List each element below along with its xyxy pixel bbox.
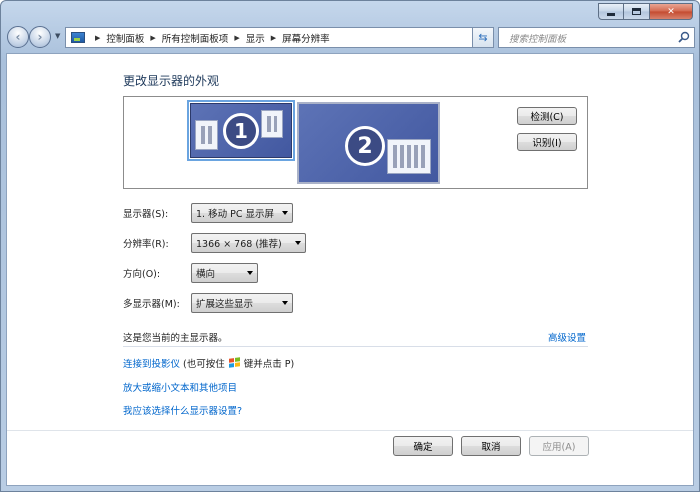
navigation-bar: ‹ › ▼ ▶ 控制面板 ▶ 所有控制面板项 ▶ 显示 ▶ 屏幕分辨率 ▼ ⇆ …	[7, 25, 695, 51]
monitor-1[interactable]: 1	[187, 100, 295, 161]
window-thumbnail	[387, 139, 431, 174]
display-select[interactable]: 1. 移动 PC 显示屏	[191, 203, 293, 223]
breadcrumb-item-all-items[interactable]: 所有控制面板项	[162, 31, 229, 45]
detect-button[interactable]: 检测(C)	[517, 107, 577, 125]
page-title: 更改显示器的外观	[123, 74, 220, 88]
footer-divider	[7, 430, 693, 431]
monitor-arrangement: 1 2 检测(C) 识别(I)	[123, 96, 588, 189]
resolution-label: 分辨率(R):	[123, 239, 169, 250]
ok-button[interactable]: 确定	[393, 436, 453, 456]
search-placeholder: 搜索控制面板	[509, 33, 567, 45]
back-button[interactable]: ‹	[7, 26, 29, 48]
multiple-displays-select-value: 扩展这些显示	[196, 299, 254, 310]
orientation-row: 方向(O): 横向	[123, 263, 258, 283]
caption-buttons: ✕	[598, 3, 693, 20]
monitor-number-badge: 1	[223, 113, 259, 149]
window-thumbnail	[261, 110, 283, 138]
projector-hint-prefix: (也可按住	[183, 359, 225, 370]
arrow-left-icon: ‹	[15, 30, 21, 44]
identify-button[interactable]: 识别(I)	[517, 133, 577, 151]
text-size-link[interactable]: 放大或缩小文本和其他项目	[123, 380, 237, 394]
chevron-down-icon	[295, 241, 301, 245]
advanced-settings-link[interactable]: 高级设置	[548, 330, 586, 344]
window-thumbnail	[195, 120, 218, 150]
breadcrumb: ▶ 控制面板 ▶ 所有控制面板项 ▶ 显示 ▶ 屏幕分辨率	[89, 31, 330, 45]
control-panel-window: ✕ ‹ › ▼ ▶ 控制面板 ▶ 所有控制面板项 ▶ 显示 ▶ 屏幕分辨率 ▼ …	[0, 0, 700, 492]
content-pane: 更改显示器的外观 1 2 检测(C) 识别(I) 显示器(S): 1. 移动 P…	[6, 53, 694, 486]
display-select-value: 1. 移动 PC 显示屏	[196, 209, 274, 220]
projector-hint-suffix: 键并点击 P)	[243, 359, 295, 370]
multiple-displays-row: 多显示器(M): 扩展这些显示	[123, 293, 293, 313]
maximize-icon	[632, 8, 641, 15]
monitor-number-badge: 2	[345, 126, 385, 166]
orientation-label: 方向(O):	[123, 269, 161, 280]
orientation-select[interactable]: 横向	[191, 263, 258, 283]
chevron-right-icon[interactable]: ▶	[234, 34, 239, 42]
chevron-right-icon[interactable]: ▶	[271, 34, 276, 42]
resolution-row: 分辨率(R): 1366 × 768 (推荐)	[123, 233, 306, 253]
which-settings-link[interactable]: 我应该选择什么显示器设置?	[123, 403, 242, 417]
arrow-right-icon: ›	[37, 30, 43, 44]
windows-logo-icon	[228, 357, 240, 369]
projector-row: 连接到投影仪 (也可按住 键并点击 P)	[123, 356, 294, 370]
close-button[interactable]: ✕	[650, 3, 693, 20]
refresh-button[interactable]: ⇆	[472, 27, 494, 48]
connect-projector-link[interactable]: 连接到投影仪	[123, 356, 180, 370]
forward-button[interactable]: ›	[29, 26, 51, 48]
breadcrumb-item-screen-resolution[interactable]: 屏幕分辨率	[282, 31, 330, 45]
status-text: 这是您当前的主显示器。	[123, 333, 228, 344]
resolution-select-value: 1366 × 768 (推荐)	[196, 239, 282, 250]
display-label: 显示器(S):	[123, 209, 169, 220]
chevron-down-icon: ▼	[55, 32, 61, 40]
chevron-down-icon	[282, 211, 288, 215]
monitor-2[interactable]: 2	[297, 102, 440, 184]
refresh-icon: ⇆	[478, 31, 488, 44]
control-panel-icon	[71, 32, 85, 43]
search-icon[interactable]	[678, 31, 690, 43]
search-input[interactable]: 搜索控制面板	[498, 27, 695, 48]
cancel-button[interactable]: 取消	[461, 436, 521, 456]
multiple-displays-label: 多显示器(M):	[123, 299, 180, 310]
close-icon: ✕	[667, 6, 675, 17]
resolution-select[interactable]: 1366 × 768 (推荐)	[191, 233, 306, 253]
display-row: 显示器(S): 1. 移动 PC 显示屏	[123, 203, 293, 223]
minimize-button[interactable]	[598, 3, 624, 20]
minimize-icon	[607, 12, 615, 16]
maximize-button[interactable]	[624, 3, 650, 20]
address-bar[interactable]: ▶ 控制面板 ▶ 所有控制面板项 ▶ 显示 ▶ 屏幕分辨率 ▼	[65, 27, 492, 48]
chevron-down-icon	[282, 301, 288, 305]
breadcrumb-item-control-panel[interactable]: 控制面板	[106, 31, 144, 45]
apply-button[interactable]: 应用(A)	[529, 436, 589, 456]
divider	[123, 346, 588, 347]
chevron-down-icon	[247, 271, 253, 275]
breadcrumb-item-display[interactable]: 显示	[246, 31, 265, 45]
orientation-select-value: 横向	[196, 269, 216, 280]
multiple-displays-select[interactable]: 扩展这些显示	[191, 293, 293, 313]
recent-pages-dropdown[interactable]: ▼	[55, 32, 60, 40]
chevron-right-icon[interactable]: ▶	[95, 34, 100, 42]
chevron-right-icon[interactable]: ▶	[150, 34, 155, 42]
